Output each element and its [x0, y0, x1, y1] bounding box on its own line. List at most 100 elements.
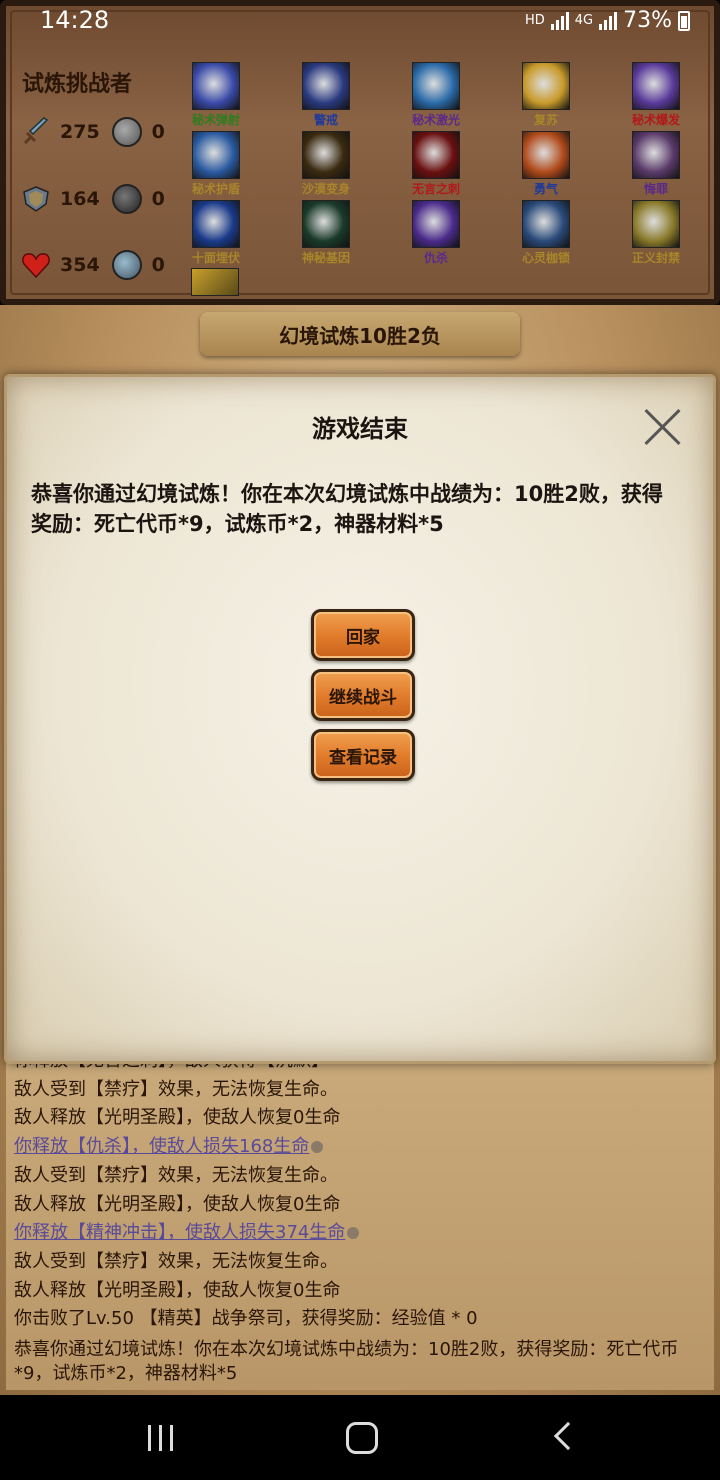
info-dot-icon: [347, 1227, 360, 1240]
skill-name: 秘术爆发: [631, 113, 680, 127]
back-icon[interactable]: [553, 1421, 583, 1451]
skill-item[interactable]: 心灵枷锁: [511, 200, 581, 266]
log-text: 敌人释放【光明圣殿】，使敌人恢复0生命: [14, 1193, 341, 1215]
health-value: 354: [60, 254, 100, 276]
skill-item[interactable]: 沙漠变身: [291, 131, 361, 197]
log-line[interactable]: 你释放【仇杀】，使敌人损失168生命: [14, 1133, 706, 1162]
status-icons: HD 4G 73%: [525, 8, 690, 33]
go-home-button[interactable]: 回家: [311, 609, 415, 661]
signal-icon-2: [599, 11, 618, 30]
skill-item[interactable]: 秘术爆发: [621, 62, 691, 128]
dark-coin-icon: [111, 184, 142, 214]
continue-battle-button[interactable]: 继续战斗: [311, 669, 415, 721]
defense-value: 164: [60, 188, 100, 210]
skill-item[interactable]: 悔罪: [621, 131, 691, 197]
log-line: 你击败了Lv.50 【精英】战争祭司，获得奖励：经验值 * 0: [14, 1305, 706, 1334]
log-line: 敌人释放【光明圣殿】，使敌人恢复0生命: [14, 1191, 706, 1220]
log-line: 敌人受到【禁疗】效果，无法恢复生命。: [14, 1162, 706, 1191]
skill-icon: [412, 200, 460, 248]
hd-label: HD: [524, 13, 545, 28]
log-text: 敌人释放【光明圣殿】，使敌人恢复0生命: [14, 1279, 341, 1301]
skill-icon: [302, 131, 350, 179]
battery-percent: 73%: [623, 8, 672, 33]
skill-icon: [302, 62, 350, 110]
navigation-bar: [0, 1395, 720, 1480]
skill-item[interactable]: 勇气: [511, 131, 581, 197]
battery-icon: [678, 10, 690, 31]
player-panel: 试炼挑战者 275 0 164 0 354 0 秘术弹射 警戒 秘术激光 复苏 秘术爆发…: [0, 0, 720, 305]
log-line: 敌人受到【禁疗】效果，无法恢复生命。: [14, 1076, 706, 1105]
dialog-message: 恭喜你通过幻境试炼！你在本次幻境试炼中战绩为：10胜2败，获得奖励：死亡代币*9…: [31, 482, 663, 536]
skill-item[interactable]: 十面埋伏: [181, 200, 251, 266]
skill-item[interactable]: 正义封禁: [621, 200, 691, 266]
skill-icon: [632, 200, 680, 248]
skill-name: 无言之刺: [411, 182, 460, 196]
skill-icon: [412, 131, 460, 179]
signal-icon: [550, 11, 569, 30]
status-time: 14:28: [40, 6, 110, 34]
log-text: 恭喜你通过幻境试炼！你在本次幻境试炼中战绩为：10胜2败，获得奖励：死亡代币*9…: [14, 1339, 679, 1385]
skill-item[interactable]: 复苏: [511, 62, 581, 128]
battle-title: 幻境试炼10胜2负: [200, 312, 520, 356]
player-title: 试炼挑战者: [22, 72, 133, 97]
log-text: 你释放【仇杀】，使敌人损失168生命: [14, 1136, 310, 1158]
skill-item[interactable]: 神秘基因: [291, 200, 361, 266]
blue-coin-value: 0: [151, 254, 165, 276]
attack-stat: 275 0: [20, 116, 165, 148]
silver-coin-icon: [111, 117, 142, 147]
skill-name: 秘术激光: [411, 113, 460, 127]
skill-icon: [412, 62, 460, 110]
skill-icon: [522, 131, 570, 179]
shield-icon: [20, 183, 52, 215]
silver-coin-value: 0: [151, 121, 165, 143]
network-label: 4G: [574, 13, 594, 28]
skill-name: 神秘基因: [301, 251, 350, 265]
log-text: 敌人受到【禁疗】效果，无法恢复生命。: [14, 1250, 338, 1272]
heart-icon: [20, 249, 52, 281]
dialog-title: 游戏结束: [312, 415, 408, 443]
skill-name: 十面埋伏: [191, 251, 240, 265]
log-line: 敌人释放【光明圣殿】，使敌人恢复0生命: [14, 1104, 706, 1133]
log-text: 敌人释放【光明圣殿】，使敌人恢复0生命: [14, 1107, 341, 1129]
skill-name: 勇气: [533, 182, 558, 196]
skill-icon: [192, 200, 240, 248]
skill-icon: [192, 62, 240, 110]
skill-name: 心灵枷锁: [521, 251, 570, 265]
skill-name: 悔罪: [643, 182, 668, 196]
health-stat: 354 0: [20, 249, 165, 281]
skill-name: 秘术弹射: [191, 113, 240, 127]
log-text: 你释放【精神冲击】，使敌人损失374生命: [14, 1222, 346, 1244]
battle-log[interactable]: 你释放【无言之刺】，敌人获得【沉默】 敌人受到【禁疗】效果，无法恢复生命。 敌人释放…: [6, 1060, 714, 1390]
recents-icon[interactable]: [148, 1425, 173, 1451]
skill-icon: [632, 62, 680, 110]
log-text: 敌人受到【禁疗】效果，无法恢复生命。: [14, 1078, 338, 1100]
skill-icon: [302, 200, 350, 248]
dark-coin-value: 0: [151, 188, 165, 210]
skill-item[interactable]: 秘术激光: [401, 62, 471, 128]
skill-name: 仇杀: [423, 251, 448, 265]
home-icon[interactable]: [346, 1422, 378, 1454]
info-dot-icon: [311, 1141, 324, 1154]
log-text: 你击败了Lv.50 【精英】战争祭司，获得奖励：经验值 * 0: [14, 1308, 478, 1330]
skill-item[interactable]: 仇杀: [401, 200, 471, 266]
close-icon[interactable]: [643, 407, 683, 447]
skill-item[interactable]: 秘术弹射: [181, 62, 251, 128]
log-line: 敌人受到【禁疗】效果，无法恢复生命。: [14, 1248, 706, 1277]
skill-name: 复苏: [533, 113, 558, 127]
view-record-button[interactable]: 查看记录: [311, 729, 415, 781]
skill-item[interactable]: 警戒: [291, 62, 361, 128]
skill-icon: [522, 62, 570, 110]
log-text: 敌人受到【禁疗】效果，无法恢复生命。: [14, 1164, 338, 1186]
status-bar: 14:28 HD 4G 73%: [0, 0, 720, 42]
skill-item[interactable]: 无言之刺: [401, 131, 471, 197]
game-over-dialog: 游戏结束 恭喜你通过幻境试炼！你在本次幻境试炼中战绩为：10胜2败，获得奖励：死…: [4, 374, 716, 1064]
skill-icon: [632, 131, 680, 179]
skill-name: 正义封禁: [631, 251, 680, 265]
extra-skill-icon[interactable]: [191, 268, 239, 296]
skill-icon: [522, 200, 570, 248]
log-line[interactable]: 你释放【精神冲击】，使敌人损失374生命: [14, 1219, 706, 1248]
skill-name: 秘术护盾: [191, 182, 240, 196]
defense-stat: 164 0: [20, 183, 165, 215]
skill-item[interactable]: 秘术护盾: [181, 131, 251, 197]
log-line: 敌人释放【光明圣殿】，使敌人恢复0生命: [14, 1277, 706, 1306]
